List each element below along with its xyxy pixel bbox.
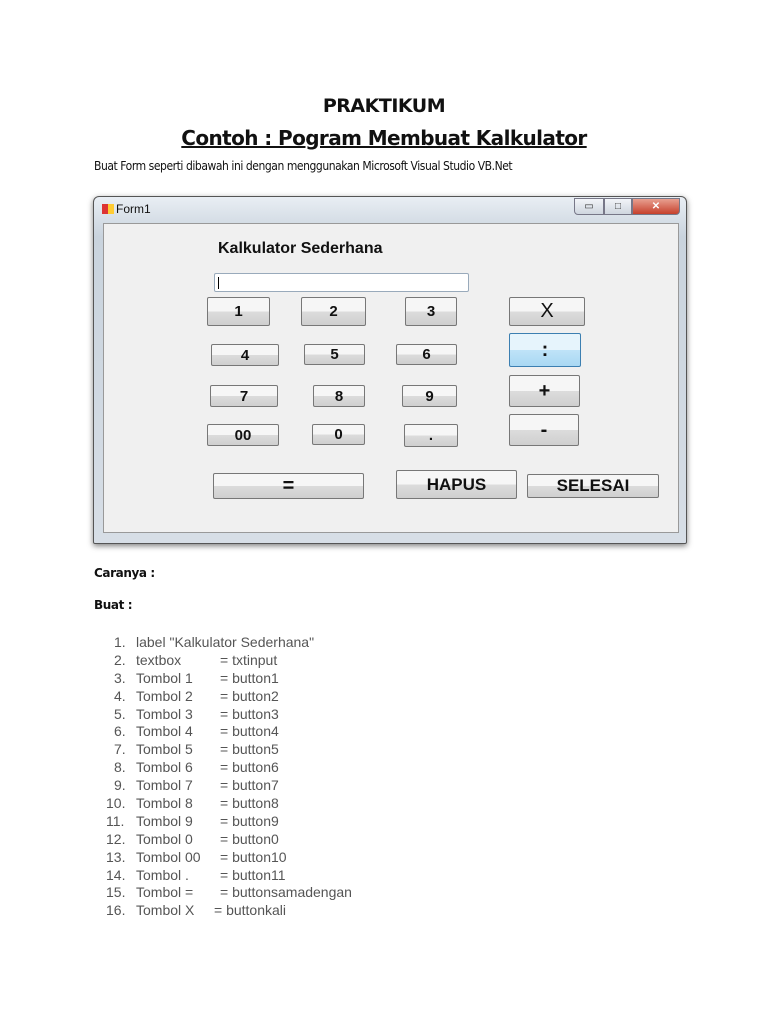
list-item: 11. Tombol 9 = button9: [100, 813, 352, 831]
button-b4[interactable]: 4: [211, 344, 279, 366]
list-item: 7. Tombol 5 = button5: [100, 741, 352, 759]
item-value: = button6: [220, 759, 279, 776]
steps-list: 1. label "Kalkulator Sederhana" 2. textbox =…: [100, 634, 352, 920]
button-b1[interactable]: 1: [207, 297, 270, 326]
list-item: 9. Tombol 7 = button7: [100, 777, 352, 795]
button-b7[interactable]: 7: [210, 385, 278, 407]
list-item: 14. Tombol . = button11: [100, 867, 352, 885]
item-number: 15.: [106, 884, 126, 901]
item-name: Tombol X: [136, 902, 195, 919]
button-b00[interactable]: 00: [207, 424, 279, 446]
item-number: 12.: [106, 830, 126, 847]
item-name: Tombol 9: [136, 812, 193, 829]
item-name: textbox: [136, 651, 182, 668]
minimize-button[interactable]: ▭: [574, 198, 604, 215]
instruction-text: Buat Form seperti dibawah ini dengan men…: [94, 159, 513, 173]
document-title-text: Contoh : Pogram Membuat Kalkulator: [181, 126, 587, 150]
item-name: Tombol 8: [136, 795, 193, 812]
list-item: 8. Tombol 6 = button6: [100, 759, 352, 777]
list-item: 12. Tombol 0 = button0: [100, 831, 352, 849]
button-titik[interactable]: .: [404, 424, 458, 447]
caranya-label: Caranya :: [94, 566, 155, 580]
list-item: 3. Tombol 1 = button1: [100, 670, 352, 688]
close-button[interactable]: ✕: [632, 198, 680, 215]
window-title: Form1: [116, 202, 151, 216]
item-value: = button7: [220, 777, 279, 794]
item-number: 8.: [114, 759, 126, 776]
list-item: 1. label "Kalkulator Sederhana": [100, 634, 352, 652]
maximize-button[interactable]: □: [604, 198, 632, 215]
item-value: = button2: [220, 687, 279, 704]
item-number: 5.: [114, 705, 126, 722]
list-item: 6. Tombol 4 = button4: [100, 723, 352, 741]
item-number: 16.: [106, 902, 126, 919]
list-item: 13. Tombol 00 = button10: [100, 849, 352, 867]
item-value: = button11: [220, 866, 286, 883]
list-item: 10. Tombol 8 = button8: [100, 795, 352, 813]
item-name: Tombol 00: [136, 848, 201, 865]
item-value: = buttonkali: [214, 902, 286, 919]
button-bagi[interactable]: :: [509, 333, 581, 367]
item-value: = button10: [220, 848, 287, 865]
item-name: Tombol 0: [136, 830, 193, 847]
button-selesai[interactable]: SELESAI: [527, 474, 659, 498]
item-number: 14.: [106, 866, 126, 883]
item-name: Tombol 5: [136, 741, 193, 758]
item-number: 7.: [114, 741, 126, 758]
item-value: = button5: [220, 741, 279, 758]
item-number: 6.: [114, 723, 126, 740]
item-name: Tombol 6: [136, 759, 193, 776]
button-kali[interactable]: X: [509, 297, 585, 326]
item-name: Tombol 7: [136, 777, 193, 794]
list-item: 15. Tombol = = buttonsamadengan: [100, 884, 352, 902]
item-name: Tombol 4: [136, 723, 193, 740]
item-name: Tombol 2: [136, 687, 193, 704]
button-b0[interactable]: 0: [312, 424, 365, 445]
heading: PRAKTIKUM: [322, 95, 446, 117]
button-hapus[interactable]: HAPUS: [396, 470, 517, 499]
text-caret: [218, 277, 219, 289]
item-number: 1.: [114, 634, 126, 650]
item-name: Tombol 3: [136, 705, 193, 722]
item-value: = button4: [220, 723, 279, 740]
item-name: Tombol .: [136, 866, 189, 883]
button-kurang[interactable]: -: [509, 414, 579, 446]
item-value: = button3: [220, 705, 279, 722]
document-title: Contoh : Pogram Membuat Kalkulator: [0, 126, 768, 150]
item-name: Tombol =: [136, 884, 194, 901]
item-value: = button1: [220, 669, 279, 686]
item-number: 10.: [106, 795, 126, 812]
item-value: = txtinput: [220, 651, 278, 668]
button-b2[interactable]: 2: [301, 297, 366, 326]
calculator-label: Kalkulator Sederhana: [218, 240, 383, 257]
list-item: 2. textbox = txtinput: [100, 652, 352, 670]
button-b6[interactable]: 6: [396, 344, 457, 365]
list-item: 5. Tombol 3 = button3: [100, 706, 352, 724]
item-name: Tombol 1: [136, 669, 193, 686]
item-value: = button0: [220, 830, 279, 847]
item-number: 2.: [114, 651, 126, 668]
item-name: label "Kalkulator Sederhana": [136, 634, 315, 650]
buat-label: Buat :: [94, 598, 133, 612]
item-number: 3.: [114, 669, 126, 686]
item-number: 13.: [106, 848, 126, 865]
list-item: 4. Tombol 2 = button2: [100, 688, 352, 706]
button-sama[interactable]: =: [213, 473, 364, 499]
item-value: = button8: [220, 795, 279, 812]
item-number: 9.: [114, 777, 126, 794]
list-item: 16. Tombol X = buttonkali: [100, 902, 352, 920]
button-b8[interactable]: 8: [313, 385, 365, 407]
txtinput-textbox[interactable]: [214, 273, 469, 292]
item-value: = button9: [220, 812, 279, 829]
button-b3[interactable]: 3: [405, 297, 457, 326]
button-b9[interactable]: 9: [402, 385, 457, 407]
form-icon: [102, 204, 114, 214]
item-value: = buttonsamadengan: [220, 884, 352, 901]
item-number: 11.: [106, 812, 125, 829]
button-b5[interactable]: 5: [304, 344, 365, 365]
button-tambah[interactable]: +: [509, 375, 580, 407]
item-number: 4.: [114, 687, 126, 704]
